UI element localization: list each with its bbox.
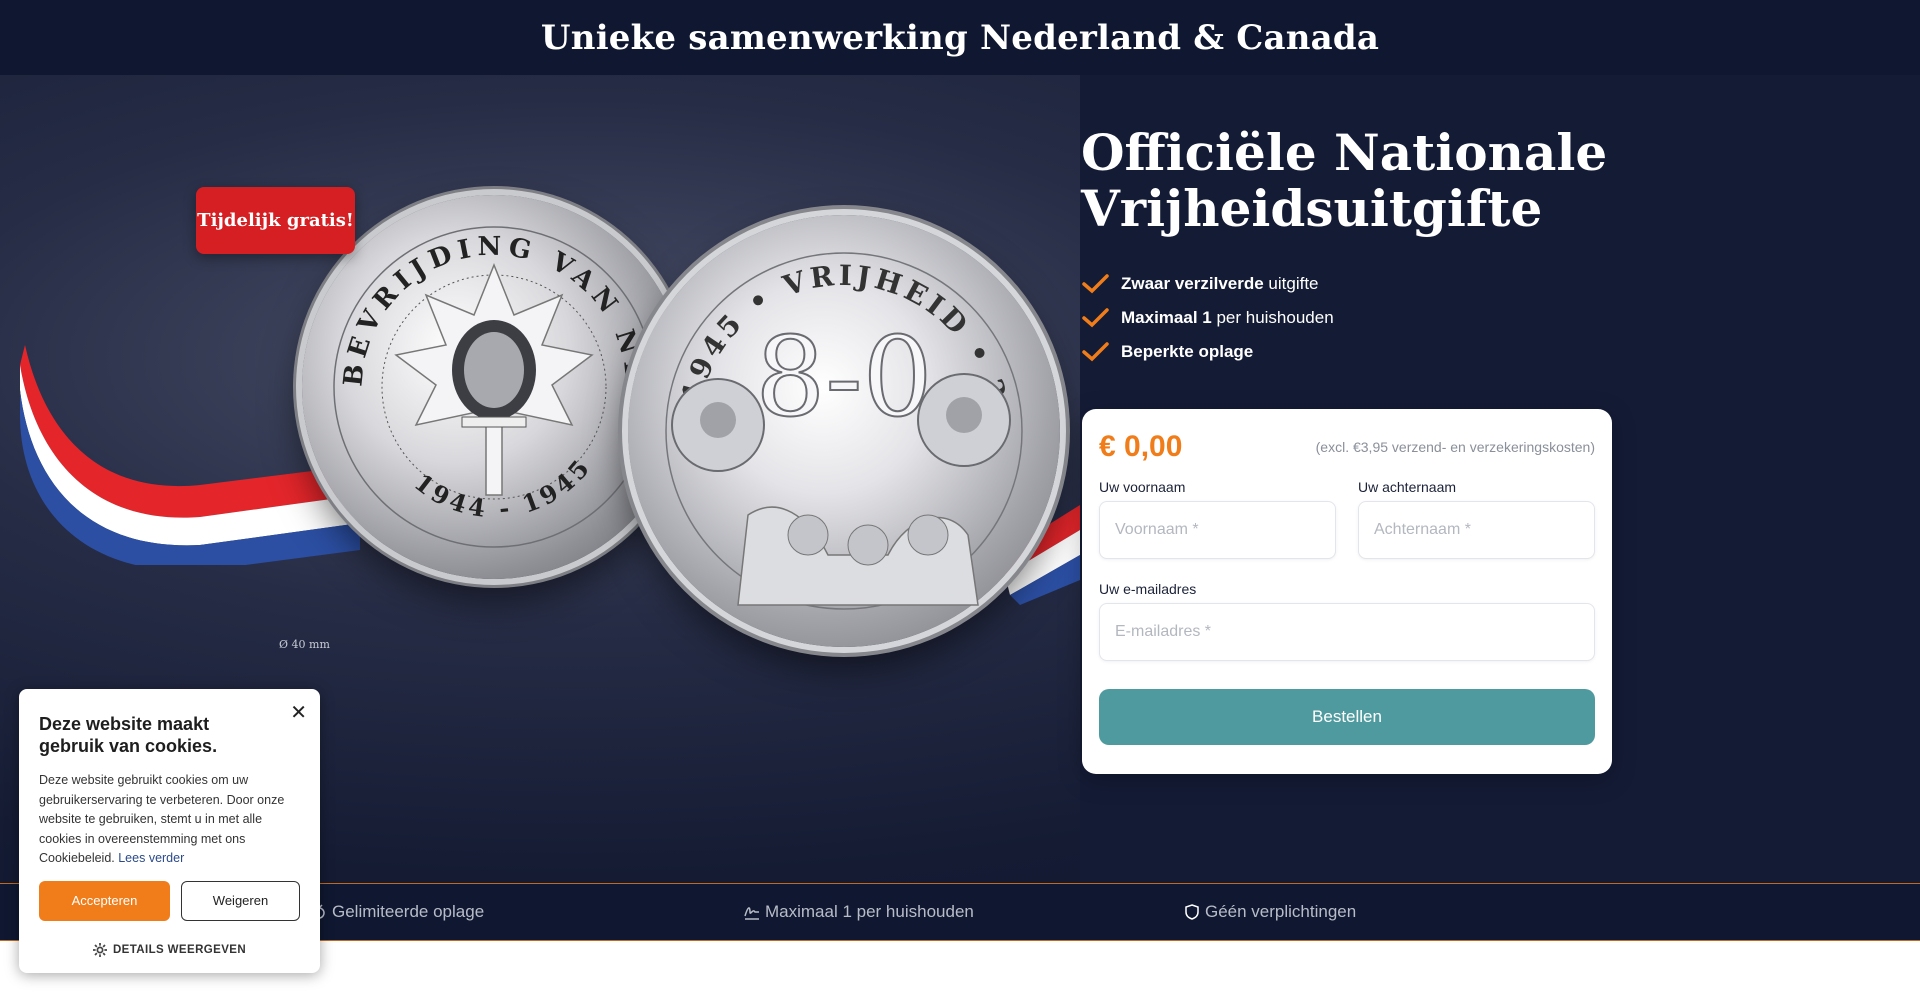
last-name-input[interactable] bbox=[1358, 501, 1595, 559]
first-name-label: Uw voornaam bbox=[1099, 479, 1186, 495]
price-row: € 0,00 (excl. €3,95 verzend- en verzeker… bbox=[1099, 427, 1595, 467]
cookie-details-toggle[interactable]: DETAILS WEERGEVEN bbox=[39, 942, 300, 957]
cookie-title: Deze website maakt gebruik van cookies. bbox=[39, 714, 218, 756]
cookie-buttons: Accepteren Weigeren bbox=[39, 880, 300, 921]
order-button[interactable]: Bestellen bbox=[1099, 689, 1595, 745]
usp-label: Maximaal 1 per huishouden bbox=[765, 902, 974, 921]
coin-number-text: 8-0 bbox=[755, 313, 932, 441]
last-name-label: Uw achternaam bbox=[1358, 479, 1457, 495]
diameter-label: Ø 40 mm bbox=[279, 638, 330, 651]
email-group: Uw e-mailadres bbox=[1099, 581, 1595, 661]
signature-icon bbox=[744, 907, 759, 920]
cookie-banner: ✕ Deze website maakt gebruik van cookies… bbox=[19, 689, 320, 973]
coin-reverse-art: 1945 • VRIJHEID • 2025 8-0 bbox=[628, 215, 1023, 610]
details-label: DETAILS WEERGEVEN bbox=[112, 943, 247, 956]
usp-item-no-obligations: Géén verplichtingen bbox=[1184, 902, 1356, 922]
cookie-text: Deze website gebruikt cookies om uw gebr… bbox=[39, 773, 285, 865]
usp-item-limited: Gelimiteerde oplage bbox=[311, 902, 484, 922]
shipping-note: (excl. €3,95 verzend- en verzekeringskos… bbox=[1315, 439, 1595, 455]
email-label: Uw e-mailadres bbox=[1099, 581, 1197, 597]
usp-label: Géén verplichtingen bbox=[1205, 902, 1357, 921]
gear-icon bbox=[92, 942, 107, 957]
free-badge: Tijdelijk gratis! bbox=[196, 187, 355, 254]
headline-line-2: Vrijheidsuitgifte bbox=[1081, 179, 1543, 238]
last-name-group: Uw achternaam bbox=[1358, 479, 1595, 559]
feature-item: Zwaar verzilverde uitgifte bbox=[1081, 267, 1621, 301]
close-icon[interactable]: ✕ bbox=[290, 700, 307, 725]
name-fields: Uw voornaam Uw achternaam bbox=[1099, 479, 1595, 559]
feature-list: Zwaar verzilverde uitgifte Maximaal 1 pe… bbox=[1081, 267, 1621, 369]
headline-line-1: Officiële Nationale bbox=[1081, 123, 1608, 182]
check-icon bbox=[1082, 308, 1109, 328]
banner-title: Unieke samenwerking Nederland & Canada bbox=[540, 17, 1380, 58]
check-icon bbox=[1082, 274, 1109, 294]
accept-cookies-button[interactable]: Accepteren bbox=[39, 880, 170, 921]
shield-icon bbox=[1185, 904, 1199, 920]
top-banner: Unieke samenwerking Nederland & Canada bbox=[0, 0, 1920, 75]
coin-years-text: 1944 - 1945 bbox=[409, 451, 593, 523]
first-name-input[interactable] bbox=[1099, 501, 1336, 559]
price: € 0,00 bbox=[1099, 430, 1183, 463]
feature-item: Maximaal 1 per huishouden bbox=[1081, 301, 1621, 335]
order-form-card: € 0,00 (excl. €3,95 verzend- en verzeker… bbox=[1082, 409, 1612, 774]
check-icon bbox=[1082, 342, 1109, 362]
svg-text:1944 - 1945: 1944 - 1945 bbox=[409, 451, 597, 523]
usp-item-max-one: Maximaal 1 per huishouden bbox=[744, 902, 974, 922]
first-name-group: Uw voornaam bbox=[1099, 479, 1336, 559]
product-headline: Officiële Nationale Vrijheidsuitgifte bbox=[1081, 125, 1621, 237]
read-more-link[interactable]: Lees verder bbox=[118, 851, 184, 865]
email-input[interactable] bbox=[1099, 603, 1595, 661]
feature-item: Beperkte oplage bbox=[1081, 335, 1621, 369]
usp-label: Gelimiteerde oplage bbox=[332, 902, 485, 921]
decline-cookies-button[interactable]: Weigeren bbox=[181, 880, 300, 921]
coin-reverse: 1945 • VRIJHEID • 2025 8-0 bbox=[628, 215, 1060, 647]
product-info: Officiële Nationale Vrijheidsuitgifte Zw… bbox=[1081, 125, 1621, 369]
